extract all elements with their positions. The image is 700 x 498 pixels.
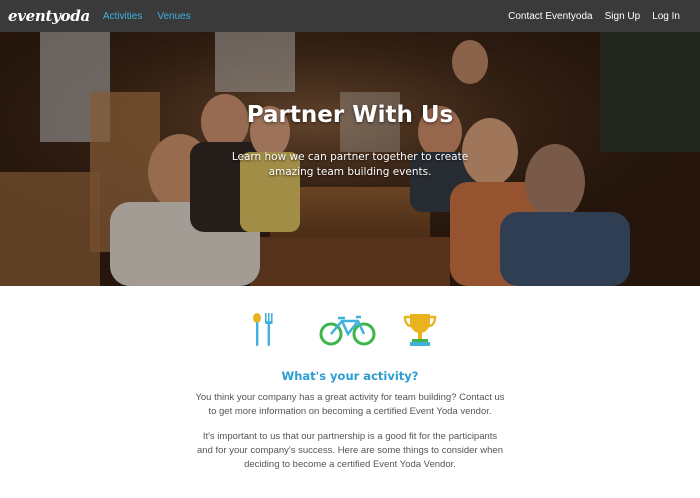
nav-link-activities[interactable]: Activities [103,11,142,22]
hero-title: Partner With Us [246,102,454,128]
nav-link-log-in[interactable]: Log In [652,11,680,22]
nav-link-sign-up[interactable]: Sign Up [605,11,641,22]
intro-paragraph: You think your company has a great activ… [195,392,505,417]
utensils-icon [253,313,273,346]
hero-subtitle: Learn how we can partner together to cre… [231,151,469,178]
trophy-icon [403,314,437,346]
nav-link-venues[interactable]: Venues [157,11,190,22]
bicycle-icon [319,315,376,346]
account-nav: Contact Eventyoda Sign Up Log In [508,11,680,22]
partnership-paragraph: It's important to us that our partnershi… [197,431,503,470]
hero-banner: Partner With Us Learn how we can partner… [0,32,700,286]
eventyoda-logo[interactable]: eventyoda [8,7,90,25]
top-navbar: eventyoda Activities Venues Contact Even… [0,0,700,32]
primary-nav: Activities Venues [103,11,191,22]
activity-icons-row [0,310,700,350]
section-title: What's your activity? [281,369,419,383]
nav-link-contact[interactable]: Contact Eventyoda [508,11,593,22]
